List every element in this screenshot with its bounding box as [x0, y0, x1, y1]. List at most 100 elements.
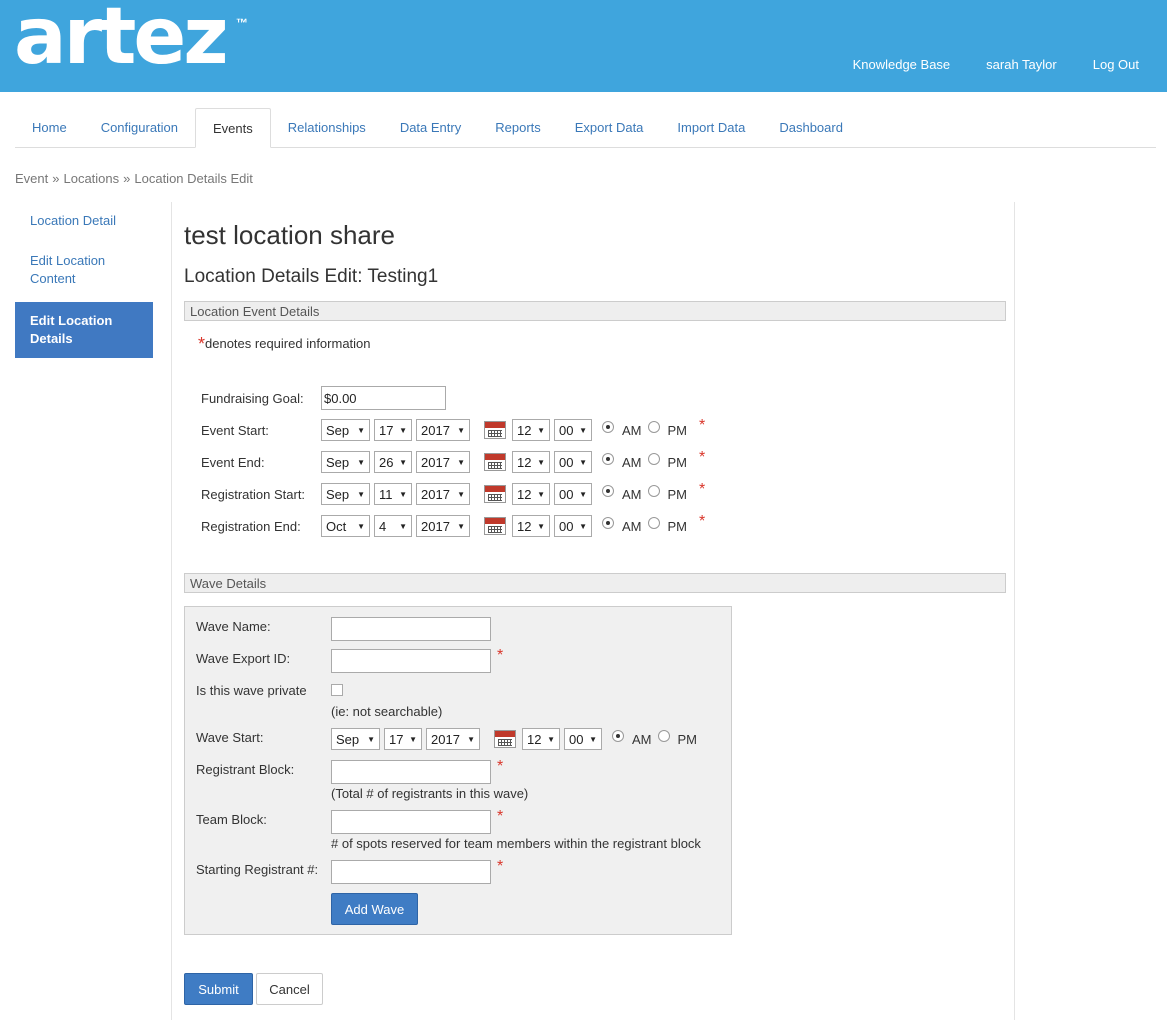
required-note-text: denotes required information [205, 336, 371, 351]
wave-start-am-radio[interactable] [612, 730, 624, 742]
breadcrumb-separator: » [123, 171, 131, 186]
knowledge-base-link[interactable]: Knowledge Base [853, 57, 951, 72]
event-end-minute-select[interactable]: 00 ▼ [554, 451, 592, 473]
breadcrumb-locations[interactable]: Locations [63, 171, 119, 186]
tab-data-entry[interactable]: Data Entry [383, 108, 478, 148]
tab-home[interactable]: Home [15, 108, 84, 148]
wave-name-label: Wave Name: [196, 619, 271, 634]
registrant-block-input[interactable] [331, 760, 491, 784]
wave-start-hour-select[interactable]: 12 ▼ [522, 728, 560, 750]
team-block-input[interactable] [331, 810, 491, 834]
tab-dashboard[interactable]: Dashboard [762, 108, 860, 148]
pm-label: PM [667, 518, 688, 534]
tab-export-data[interactable]: Export Data [558, 108, 661, 148]
event-end-hour-select[interactable]: 12 ▼ [512, 451, 550, 473]
team-block-label: Team Block: [196, 812, 267, 827]
breadcrumb-event[interactable]: Event [15, 171, 48, 186]
wave-export-id-input[interactable] [331, 649, 491, 673]
registration-start-am-radio[interactable] [602, 485, 614, 497]
event-start-row: Event Start: Sep ▼ 17 ▼ 2017 ▼ 12 ▼ 00 ▼ AM PM * [201, 417, 706, 442]
event-start-am-radio[interactable] [602, 421, 614, 433]
user-name-link[interactable]: sarah Taylor [986, 57, 1057, 72]
am-label: AM [622, 422, 642, 438]
wave-export-id-control: * [331, 647, 503, 673]
header-bar: artez ™ Knowledge Base sarah Taylor Log … [0, 0, 1167, 92]
registration-start-label: Registration Start: [201, 486, 306, 502]
event-end-month-select[interactable]: Sep ▼ [321, 451, 370, 473]
wave-start-control: Sep ▼ 17 ▼ 2017 ▼ 12 ▼ 00 ▼ AM PM [331, 728, 697, 750]
registration-start-minute-select[interactable]: 00 ▼ [554, 483, 592, 505]
registration-start-hour-select[interactable]: 12 ▼ [512, 483, 550, 505]
registration-end-pm-radio[interactable] [647, 517, 660, 529]
logout-link[interactable]: Log Out [1093, 57, 1139, 72]
event-start-pm-radio[interactable] [647, 421, 660, 433]
registration-end-year-select[interactable]: 2017 ▼ [416, 515, 470, 537]
registration-start-day-select[interactable]: 11 ▼ [374, 483, 412, 505]
event-start-month-select[interactable]: Sep ▼ [321, 419, 370, 441]
event-end-year-select[interactable]: 2017 ▼ [416, 451, 470, 473]
submit-button[interactable]: Submit [184, 973, 253, 1005]
tab-reports[interactable]: Reports [478, 108, 558, 148]
am-label: AM [622, 518, 642, 534]
calendar-icon[interactable] [494, 730, 516, 748]
wave-private-checkbox[interactable] [331, 684, 343, 696]
sidebar-item-location-detail[interactable]: Location Detail [15, 204, 153, 238]
event-start-year-select[interactable]: 2017 ▼ [416, 419, 470, 441]
fundraising-goal-label: Fundraising Goal: [201, 390, 304, 406]
section-header-wave-details: Wave Details [184, 573, 1006, 593]
wave-start-month-select[interactable]: Sep ▼ [331, 728, 380, 750]
wave-start-minute-select[interactable]: 00 ▼ [564, 728, 602, 750]
wave-start-day-select[interactable]: 17 ▼ [384, 728, 422, 750]
calendar-icon[interactable] [484, 517, 506, 535]
artez-logo[interactable]: artez ™ [14, 0, 254, 84]
wave-start-pm-radio[interactable] [657, 730, 670, 742]
starting-registrant-label: Starting Registrant #: [196, 862, 319, 877]
wave-start-year-select[interactable]: 2017 ▼ [426, 728, 480, 750]
event-start-hour-select[interactable]: 12 ▼ [512, 419, 550, 441]
registration-end-month-select[interactable]: Oct ▼ [321, 515, 370, 537]
event-end-row: Event End: Sep ▼ 26 ▼ 2017 ▼ 12 ▼ 00 ▼ AM PM * [201, 449, 706, 474]
cancel-button[interactable]: Cancel [256, 973, 323, 1005]
wave-private-help: (ie: not searchable) [331, 704, 443, 719]
tab-configuration[interactable]: Configuration [84, 108, 195, 148]
registration-end-hour-select[interactable]: 12 ▼ [512, 515, 550, 537]
required-star: * [699, 417, 706, 434]
page-subtitle: Location Details Edit: Testing1 [184, 266, 439, 287]
team-block-help: # of spots reserved for team members wit… [331, 836, 701, 851]
registration-start-year-select[interactable]: 2017 ▼ [416, 483, 470, 505]
tab-relationships[interactable]: Relationships [271, 108, 383, 148]
required-star: * [497, 858, 504, 875]
required-star: * [699, 449, 706, 466]
calendar-icon[interactable] [484, 485, 506, 503]
calendar-icon[interactable] [484, 453, 506, 471]
calendar-icon[interactable] [484, 421, 506, 439]
event-start-day-select[interactable]: 17 ▼ [374, 419, 412, 441]
breadcrumb: Event» Locations» Location Details Edit [15, 171, 253, 186]
required-star: * [497, 808, 504, 825]
registration-end-label: Registration End: [201, 518, 301, 534]
event-end-am-radio[interactable] [602, 453, 614, 465]
sidebar-item-edit-location-content[interactable]: Edit Location Content [15, 244, 153, 296]
starting-registrant-input[interactable] [331, 860, 491, 884]
registration-start-month-select[interactable]: Sep ▼ [321, 483, 370, 505]
sidebar-item-edit-location-details[interactable]: Edit Location Details [15, 302, 153, 358]
tab-import-data[interactable]: Import Data [660, 108, 762, 148]
event-end-pm-radio[interactable] [647, 453, 660, 465]
registration-start-pm-radio[interactable] [647, 485, 660, 497]
fundraising-goal-input[interactable] [321, 386, 446, 410]
registrant-block-control: * [331, 758, 503, 784]
registration-end-am-radio[interactable] [602, 517, 614, 529]
event-start-minute-select[interactable]: 00 ▼ [554, 419, 592, 441]
registration-end-minute-select[interactable]: 00 ▼ [554, 515, 592, 537]
tab-events[interactable]: Events [195, 108, 271, 148]
add-wave-button[interactable]: Add Wave [331, 893, 418, 925]
event-end-day-select[interactable]: 26 ▼ [374, 451, 412, 473]
wave-name-input[interactable] [331, 617, 491, 641]
required-star: * [699, 513, 706, 530]
pm-label: PM [667, 422, 688, 438]
starting-registrant-control: * [331, 858, 504, 884]
am-label: AM [622, 454, 642, 470]
registration-end-day-select[interactable]: 4 ▼ [374, 515, 412, 537]
event-start-label: Event Start: [201, 422, 269, 438]
required-star: * [699, 481, 706, 498]
